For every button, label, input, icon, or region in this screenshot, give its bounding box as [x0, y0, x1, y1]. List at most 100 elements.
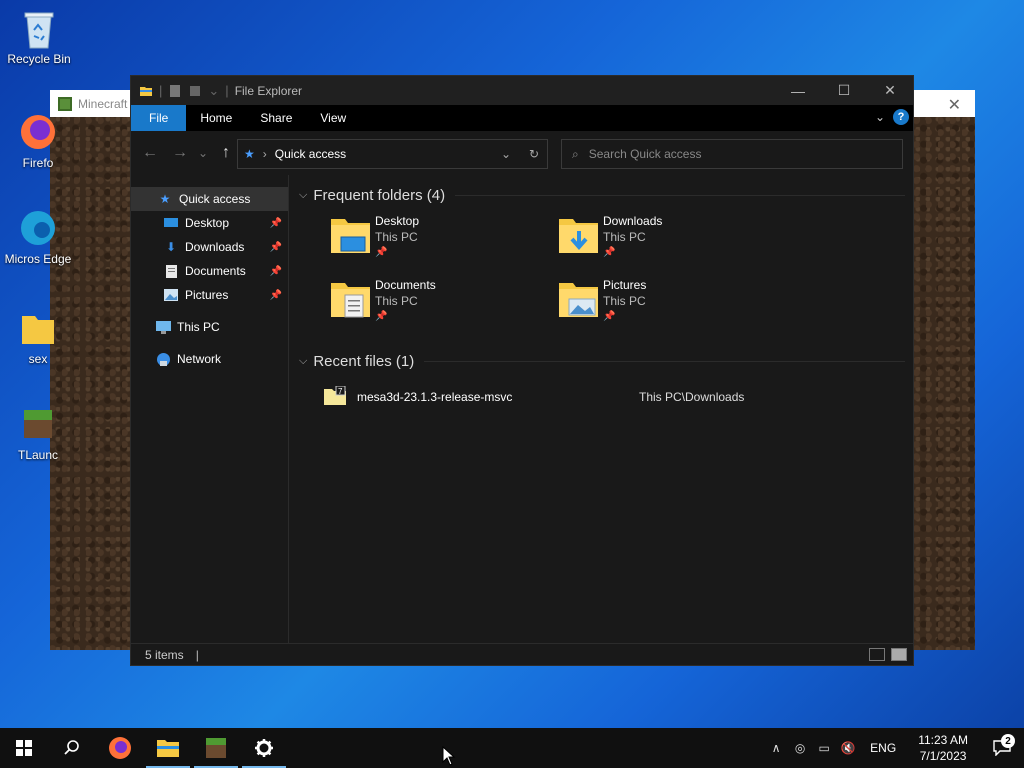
taskbar-firefox[interactable] [96, 728, 144, 768]
desktop-icon-sex-folder[interactable]: sex [0, 308, 76, 366]
folder-tile-desktop[interactable]: Desktop This PC 📌 [329, 213, 557, 261]
downloads-folder-icon [557, 213, 603, 259]
qat-separator: | [225, 83, 229, 98]
document-icon [163, 263, 179, 279]
frequent-folders-header[interactable]: ⌵ Frequent folders (4) [297, 181, 905, 209]
file-explorer-window[interactable]: | ⌄ | File Explorer — ☐ ✕ File Home Shar… [130, 75, 914, 666]
desktop-icon-tlauncher[interactable]: TLaunc [0, 404, 76, 462]
folder-icon [18, 308, 58, 348]
meet-now-icon[interactable]: ◎ [788, 741, 812, 755]
pin-icon[interactable]: 📌 [270, 242, 282, 253]
pictures-folder-icon [557, 277, 603, 323]
search-box[interactable]: ⌕ [561, 139, 903, 169]
grass-block-icon [206, 738, 226, 758]
sidebar-item-quick-access[interactable]: ★ Quick access [131, 187, 288, 211]
address-bar[interactable]: ★ › Quick access ⌄ ↻ [237, 139, 548, 169]
pin-icon: 📌 [603, 311, 616, 322]
group-divider [424, 360, 905, 362]
pin-icon[interactable]: 📌 [270, 218, 282, 229]
search-icon: ⌕ [572, 146, 579, 161]
sidebar-item-desktop[interactable]: Desktop 📌 [131, 211, 288, 235]
grass-block-icon [18, 404, 58, 444]
address-separator[interactable]: › [263, 147, 267, 161]
windows-logo-icon [16, 740, 32, 756]
content-pane[interactable]: ⌵ Frequent folders (4) Desktop This PC 📌 [289, 175, 913, 643]
network-status-icon[interactable]: ▭ [812, 741, 836, 755]
collapse-chevron-icon[interactable]: ⌵ [299, 189, 307, 202]
file-name: mesa3d-23.1.3-release-msvc [357, 390, 513, 404]
forward-button[interactable]: → [165, 144, 195, 162]
desktop-folder-icon [329, 213, 375, 259]
search-input[interactable] [588, 147, 869, 161]
back-button[interactable]: ← [135, 144, 165, 162]
large-icons-view-icon[interactable] [891, 648, 907, 661]
gear-icon [255, 739, 273, 757]
search-button[interactable] [48, 728, 96, 768]
qat-separator: | [159, 83, 163, 98]
folder-location: This PC [375, 294, 418, 308]
explorer-titlebar[interactable]: | ⌄ | File Explorer — ☐ ✕ [131, 76, 913, 105]
folder-name: Desktop [375, 214, 420, 228]
download-arrow-icon: ⬇ [165, 240, 177, 254]
close-button[interactable]: ✕ [867, 76, 913, 105]
collapse-chevron-icon[interactable]: ⌵ [299, 355, 307, 368]
taskbar-minecraft[interactable] [192, 728, 240, 768]
action-center-button[interactable]: 2 [980, 734, 1024, 756]
desktop-icon-firefox[interactable]: Firefo [0, 112, 76, 170]
input-language[interactable]: ENG [860, 741, 906, 755]
details-view-icon[interactable] [869, 648, 885, 661]
tab-home[interactable]: Home [186, 105, 246, 131]
taskbar-file-explorer[interactable] [144, 728, 192, 768]
clock[interactable]: 11:23 AM 7/1/2023 [906, 732, 980, 764]
show-hidden-icons-chevron-icon[interactable]: ∧ [764, 741, 788, 755]
new-folder-icon[interactable] [188, 84, 202, 98]
volume-muted-icon[interactable]: 🔇 [836, 741, 860, 755]
folder-location: This PC [603, 230, 646, 244]
minimize-button[interactable]: — [775, 76, 821, 105]
desktop-icon-edge[interactable]: Micros Edge [0, 208, 76, 266]
taskbar-settings[interactable] [240, 728, 288, 768]
tab-share[interactable]: Share [246, 105, 306, 131]
sidebar-item-pictures[interactable]: Pictures 📌 [131, 283, 288, 307]
folder-name: Downloads [603, 214, 663, 228]
svg-text:7: 7 [338, 387, 343, 396]
sidebar-item-this-pc[interactable]: This PC [131, 315, 288, 339]
properties-icon[interactable] [168, 84, 182, 98]
expand-ribbon-icon[interactable]: ⌄ [875, 110, 885, 124]
folder-name: Documents [375, 278, 436, 292]
mouse-cursor-icon [442, 746, 456, 766]
group-divider [455, 194, 905, 196]
refresh-icon[interactable]: ↻ [529, 147, 539, 161]
pin-icon[interactable]: 📌 [270, 290, 282, 301]
sidebar-item-label: Desktop [185, 216, 230, 230]
folder-icon [157, 740, 179, 757]
recent-files-header[interactable]: ⌵ Recent files (1) [297, 347, 905, 375]
list-item[interactable]: 7 mesa3d-23.1.3-release-msvc This PC\Dow… [297, 383, 905, 411]
sidebar-item-label: Pictures [185, 288, 229, 302]
desktop-icon-label: sex [28, 352, 48, 366]
minecraft-title: Minecraft [78, 96, 128, 111]
minecraft-close-button[interactable]: ✕ [948, 95, 961, 115]
explorer-folder-icon [140, 86, 152, 96]
recent-locations-button[interactable]: ⌄ [195, 146, 211, 160]
pin-icon[interactable]: 📌 [270, 266, 282, 277]
folder-tile-documents[interactable]: Documents This PC 📌 [329, 277, 557, 325]
sidebar-item-documents[interactable]: Documents 📌 [131, 259, 288, 283]
folder-tile-downloads[interactable]: Downloads This PC 📌 [557, 213, 785, 261]
clock-date: 7/1/2023 [919, 749, 967, 763]
address-dropdown-icon[interactable]: ⌄ [501, 147, 511, 161]
help-button[interactable]: ? [893, 109, 909, 125]
desktop-icon-label: TLaunc [17, 448, 59, 462]
sidebar-item-downloads[interactable]: ⬇ Downloads 📌 [131, 235, 288, 259]
tab-view[interactable]: View [306, 105, 360, 131]
qat-dropdown-icon[interactable]: ⌄ [208, 83, 219, 99]
desktop-icon-recycle-bin[interactable]: Recycle Bin [1, 8, 77, 66]
start-button[interactable] [0, 728, 48, 768]
desktop-icon-label: Recycle Bin [7, 52, 71, 66]
navigation-bar: ← → ⌄ ↑ ★ › Quick access ⌄ ↻ ⌕ [131, 131, 913, 175]
sidebar-item-network[interactable]: Network [131, 347, 288, 371]
edge-icon [18, 208, 58, 248]
folder-tile-pictures[interactable]: Pictures This PC 📌 [557, 277, 785, 325]
tab-file[interactable]: File [131, 105, 187, 131]
maximize-button[interactable]: ☐ [821, 76, 867, 105]
